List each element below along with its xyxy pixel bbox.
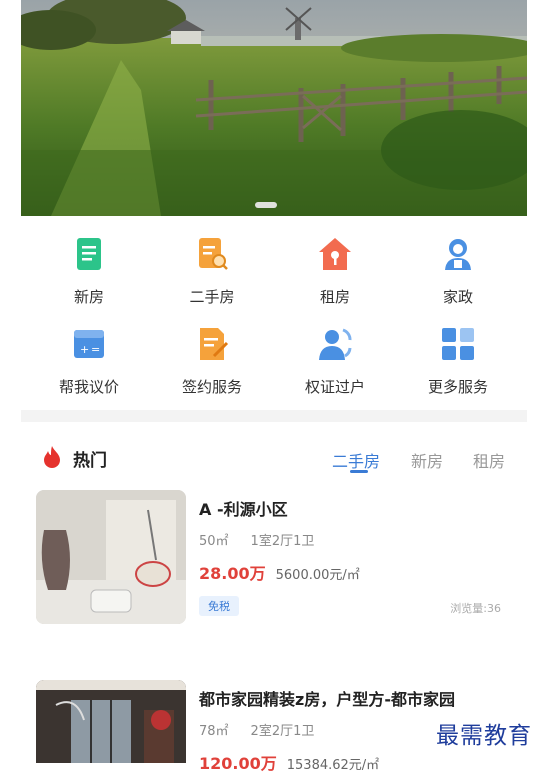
grid-label: 权证过户 xyxy=(304,378,365,396)
housekeeping-icon xyxy=(445,239,471,270)
banner-image xyxy=(21,0,527,216)
grid-label: 更多服务 xyxy=(427,378,488,396)
app-screen: 新房 二手房 租房 家政 + = 帮我议价 签约服务 权证过户 更多服务 热门 … xyxy=(21,0,527,773)
bathroom-photo xyxy=(36,490,186,624)
transfer-icon xyxy=(319,328,352,360)
grid-item-contract[interactable]: 签约服务 xyxy=(167,318,257,398)
listing-card[interactable]: A -利源小区 50㎡ 1室2厅1卫 28.00万 5600.00元/㎡ 免税 浏览… xyxy=(21,490,527,630)
more-services-icon xyxy=(442,328,474,360)
grid-item-housekeeping[interactable]: 家政 xyxy=(413,228,503,308)
grid-label: 二手房 xyxy=(189,288,235,306)
listing-info: 50㎡ 1室2厅1卫 xyxy=(199,530,336,549)
grid-label: 帮我议价 xyxy=(58,378,119,396)
grid-label: 租房 xyxy=(319,288,350,306)
listing-price-row: 120.00万 15384.62元/㎡ xyxy=(199,750,379,774)
grid-label: 签约服务 xyxy=(181,378,242,396)
listing-unit-price: 5600.00元/㎡ xyxy=(275,568,360,583)
listing-area: 78㎡ xyxy=(199,724,229,739)
listing-unit-price: 15384.62元/㎡ xyxy=(286,758,380,773)
tax-free-badge: 免税 xyxy=(199,596,239,616)
active-tab-indicator xyxy=(350,470,368,473)
banner-carousel[interactable] xyxy=(21,0,527,216)
tab-second-hand[interactable]: 二手房 xyxy=(332,448,380,472)
listing-area: 50㎡ xyxy=(199,534,229,549)
listing-info: 78㎡ 2室2厅1卫 xyxy=(199,720,336,739)
section-divider xyxy=(21,410,527,422)
second-hand-house-icon xyxy=(199,238,228,270)
tab-rent[interactable]: 租房 xyxy=(473,448,505,472)
grid-item-more-services[interactable]: 更多服务 xyxy=(413,318,503,398)
contract-icon xyxy=(200,328,229,360)
living-room-photo xyxy=(36,680,186,763)
svg-text:=: = xyxy=(91,343,100,356)
hot-section-title: 热门 xyxy=(73,451,107,471)
listing-title: A -利源小区 xyxy=(199,500,288,519)
hot-section-header: 热门 二手房 新房 租房 xyxy=(21,440,527,476)
calculator-icon: + = xyxy=(74,330,104,358)
listing-layout: 2室2厅1卫 xyxy=(250,724,315,739)
listing-thumbnail xyxy=(36,680,186,763)
grid-item-new-house[interactable]: 新房 xyxy=(44,228,134,308)
rent-house-icon xyxy=(319,238,351,270)
grid-item-rent-house[interactable]: 租房 xyxy=(290,228,380,308)
grid-item-bargain[interactable]: + = 帮我议价 xyxy=(44,318,134,398)
listing-price: 28.00万 xyxy=(199,564,266,583)
grid-item-second-hand-house[interactable]: 二手房 xyxy=(167,228,257,308)
flame-icon xyxy=(44,446,60,468)
grid-label: 家政 xyxy=(442,288,473,306)
grid-label: 新房 xyxy=(73,288,104,306)
service-row-1: 新房 二手房 租房 家政 xyxy=(21,228,527,308)
listing-price-row: 28.00万 5600.00元/㎡ xyxy=(199,560,360,584)
service-row-2: + = 帮我议价 签约服务 权证过户 更多服务 xyxy=(21,318,527,398)
carousel-indicator[interactable] xyxy=(255,202,277,208)
listing-title: 都市家园精装z房，户型方-都市家园 xyxy=(199,690,455,709)
listing-layout: 1室2厅1卫 xyxy=(250,534,315,549)
view-count: 浏览量:36 xyxy=(450,602,501,615)
grid-item-transfer[interactable]: 权证过户 xyxy=(290,318,380,398)
tab-new-house[interactable]: 新房 xyxy=(411,448,443,472)
listing-price: 120.00万 xyxy=(199,754,277,773)
svg-text:+: + xyxy=(80,343,89,356)
listing-thumbnail xyxy=(36,490,186,624)
new-house-icon xyxy=(77,238,101,270)
watermark-text: 最需教育 xyxy=(436,716,532,750)
